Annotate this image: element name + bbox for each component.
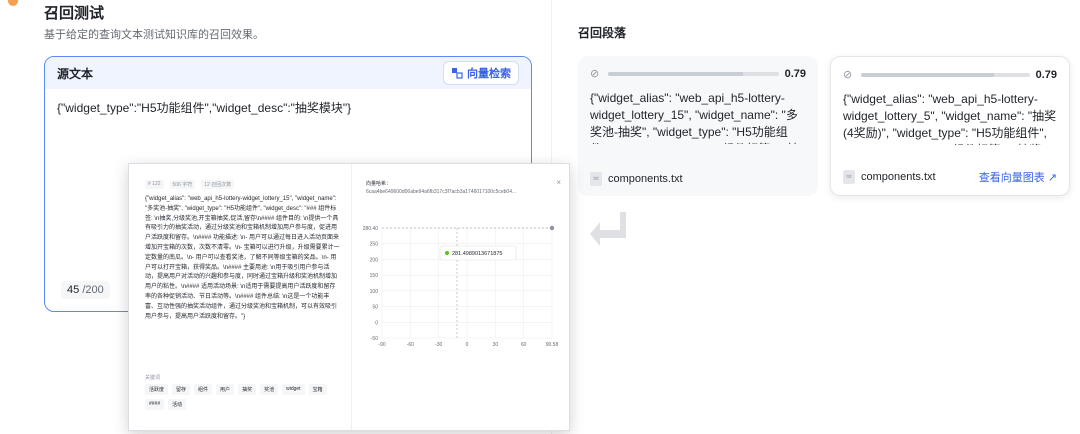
data-point xyxy=(549,225,555,231)
source-text-input[interactable]: {"widget_type":"H5功能组件","widget_desc":"抽… xyxy=(45,89,531,127)
keyword-tag: 活跃度 xyxy=(145,384,169,395)
view-vector-chart-link[interactable]: 查看向量图表 ↗ xyxy=(979,169,1057,185)
file-chip: txt components.txt xyxy=(843,170,936,184)
vector-search-button[interactable]: 向量检索 xyxy=(443,61,519,85)
score-bar xyxy=(861,73,1030,77)
x-tick-label: 60 xyxy=(521,342,527,348)
txt-file-icon: txt xyxy=(590,172,602,186)
keyword-list: 活跃度 留存 组件 用户 抽奖 奖池 widget 宝箱 #### 活动 xyxy=(139,384,339,410)
recall-section-title: 召回段落 xyxy=(578,26,627,40)
tooltip-value: 281.4989013671875 xyxy=(452,251,502,257)
char-count-tag: 506 字符 xyxy=(169,180,196,189)
score-value: 0.79 xyxy=(784,68,806,80)
vector-hash-value: 6caa4be649600d06abe94a6fb317c3f7acb3a174… xyxy=(366,189,517,195)
keyword-tag: widget xyxy=(282,384,305,395)
x-tick-label: -30 xyxy=(435,342,442,348)
segment-id-tag: # 122 xyxy=(145,180,164,189)
result-text: {"widget_alias": "web_api_h5-lottery-wid… xyxy=(843,92,1057,145)
char-count-max: /200 xyxy=(82,284,104,296)
char-count: 45 /200 xyxy=(61,281,110,299)
modal-meta-tags: # 122 506 字符 12 召回次数 xyxy=(145,180,341,189)
segment-content: {"widget_alias": "web_api_h5-lottery-wid… xyxy=(145,196,340,320)
y-tick-label: 100 xyxy=(370,289,379,295)
keyword-tag: 宝箱 xyxy=(308,384,327,395)
result-footer: txt components.txt 查看向量图表 ↗ xyxy=(843,169,1057,185)
corner-down-left-arrow-icon xyxy=(590,212,626,246)
keyword-tag: 用户 xyxy=(216,384,235,395)
x-tick-label: 30 xyxy=(493,342,499,348)
y-tick-label: 200 xyxy=(370,257,379,263)
tooltip-marker xyxy=(445,251,449,255)
x-tick-label: 0 xyxy=(466,342,469,348)
x-tick-label: 90.58 xyxy=(546,342,559,348)
vector-search-icon xyxy=(452,68,463,79)
recall-count-tag: 12 召回次数 xyxy=(201,180,235,189)
source-card-title: 源文本 xyxy=(57,66,94,81)
file-chip: txt components.txt xyxy=(590,172,683,186)
result-text: {"widget_alias": "web_api_h5-lottery-wid… xyxy=(590,91,799,144)
status-dot xyxy=(8,0,18,6)
result-card[interactable]: ⊘ 0.79 {"widget_alias": "web_api_h5-lott… xyxy=(830,56,1070,196)
score-value: 0.79 xyxy=(1035,69,1057,81)
y-tick-label: 250 xyxy=(370,242,379,248)
source-card-header: 源文本 向量检索 xyxy=(45,57,531,89)
keyword-tag: 活动 xyxy=(168,399,187,410)
y-tick-label: 50 xyxy=(372,305,378,311)
x-tick-label: -90 xyxy=(378,342,385,348)
result-card[interactable]: ⊘ 0.79 {"widget_alias": "web_api_h5-lott… xyxy=(578,56,818,196)
vector-detail-modal: # 122 506 字符 12 召回次数 {"widget_alias": "w… xyxy=(128,163,570,431)
char-count-current: 45 xyxy=(67,284,80,296)
score-icon: ⊘ xyxy=(843,69,853,81)
x-tick-label: -60 xyxy=(407,342,414,348)
keyword-tag: 留存 xyxy=(172,384,191,395)
keyword-tag: 奖池 xyxy=(260,384,279,395)
vector-search-label: 向量检索 xyxy=(467,68,511,80)
keyword-tag: 组件 xyxy=(194,384,213,395)
score-bar-fill xyxy=(861,73,995,77)
file-name: components.txt xyxy=(608,173,683,185)
result-footer: txt components.txt xyxy=(590,172,806,186)
y-tick-label: -50 xyxy=(371,336,378,342)
keyword-tag: #### xyxy=(145,399,165,410)
y-tick-label: 0 xyxy=(375,320,378,326)
page-title: 召回测试 xyxy=(44,5,105,22)
vector-hash-label: 向量哈希： xyxy=(366,181,392,187)
keyword-tag: 抽奖 xyxy=(238,384,257,395)
score-row: ⊘ 0.79 xyxy=(590,66,806,82)
close-icon[interactable]: × xyxy=(556,178,561,187)
page-subtitle: 基于给定的查询文本测试知识库的召回效果。 xyxy=(44,29,264,41)
file-name: components.txt xyxy=(861,171,936,183)
score-icon: ⊘ xyxy=(590,68,600,80)
y-tick-label: 280.40 xyxy=(363,226,379,232)
vector-chart: 280.40 250 200 150 100 50 0 -50-90 -60 -30 0 30 60 90… xyxy=(363,225,559,348)
modal-vector-pane: 向量哈希： 6caa4be649600d06abe94a6fb317c3f7ac… xyxy=(351,164,569,430)
txt-file-icon: txt xyxy=(843,170,855,184)
modal-content-pane: # 122 506 字符 12 召回次数 {"widget_alias": "w… xyxy=(129,164,351,430)
score-bar xyxy=(608,72,779,76)
keywords-label: 关键词 xyxy=(145,375,161,381)
score-bar-fill xyxy=(608,72,743,76)
score-row: ⊘ 0.79 xyxy=(843,67,1057,83)
y-tick-label: 150 xyxy=(370,273,379,279)
